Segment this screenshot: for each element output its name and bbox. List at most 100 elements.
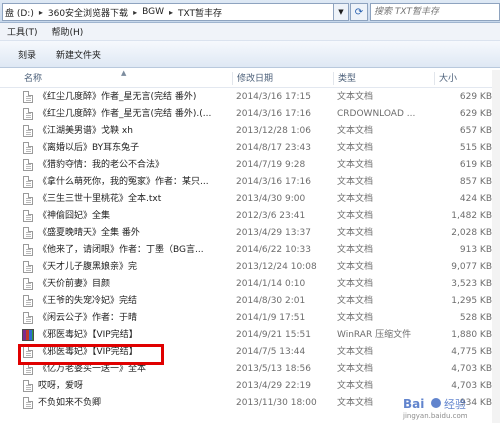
winrar-archive-icon (22, 329, 34, 341)
text-document-icon (23, 91, 33, 103)
file-name: 《三生三世十里桃花》全本.txt (38, 194, 162, 204)
crumb-download[interactable]: 360安全浏览器下载 (46, 6, 130, 19)
file-name: 《神偷囧妃》全集 (38, 211, 111, 221)
file-row[interactable]: 《邪医毒妃》【VIP完结】 2014/9/21 15:51 WinRAR 压缩文件 1… (0, 327, 500, 344)
file-type: 文本文档 (337, 177, 374, 187)
file-name: 《离婚以后》BY耳东兔子 (38, 143, 140, 153)
file-date: 2014/7/5 13:44 (236, 347, 306, 357)
file-size: 1,482 KB (451, 211, 492, 221)
column-name[interactable]: 名称 (24, 70, 42, 87)
file-row[interactable]: 《红尘几度醉》作者_星无言(完结 番外) 2014/3/16 17:15 文本文档 6… (0, 89, 500, 106)
menu-tools[interactable]: 工具(T) (0, 25, 45, 38)
crumb-bgw[interactable]: BGW (140, 7, 166, 17)
file-type: 文本文档 (337, 398, 374, 408)
crumb-separator-icon[interactable]: ▸ (36, 8, 46, 17)
file-size: 2,028 KB (451, 228, 492, 238)
file-type: 文本文档 (337, 347, 374, 357)
file-list: 《红尘几度醉》作者_星无言(完结 番外) 2014/3/16 17:15 文本文档 6… (0, 88, 500, 423)
sort-up-icon: ▲ (121, 69, 127, 77)
file-row[interactable]: 《拿什么萌死你，我的冤家》作者：某只... 2014/3/16 17:16 文本文档… (0, 174, 500, 191)
file-size: 4,703 KB (451, 364, 492, 374)
file-type: 文本文档 (337, 92, 374, 102)
file-type: 文本文档 (337, 211, 374, 221)
file-row[interactable]: 《离婚以后》BY耳东兔子 2014/8/17 23:43 文本文档 515 KB (0, 140, 500, 157)
address-box[interactable]: 盘 (D:) ▸ 360安全浏览器下载 ▸ BGW ▸ TXT暂丰存 (2, 3, 334, 21)
file-name: 《天才儿子腹黑娘亲》完 (38, 262, 138, 272)
file-type: 文本文档 (337, 262, 374, 272)
file-type: CRDOWNLOAD ... (337, 109, 416, 119)
file-date: 2014/8/30 2:01 (236, 296, 306, 306)
file-size: 913 KB (459, 245, 492, 255)
new-folder-button[interactable]: 新建文件夹 (46, 48, 111, 61)
text-document-icon (23, 295, 33, 307)
file-row[interactable]: 《红尘几度醉》作者_星无言(完结 番外).(... 2014/3/16 17:16… (0, 106, 500, 123)
file-row[interactable]: 《他来了，请闭眼》作者：丁墨（BG言... 2014/6/22 10:33 文本文档… (0, 242, 500, 259)
file-type: 文本文档 (337, 364, 374, 374)
file-row[interactable]: 《江湖美男谱》戈鞅 xh 2013/12/28 1:06 文本文档 657 KB (0, 123, 500, 140)
file-type: 文本文档 (337, 296, 374, 306)
file-date: 2013/4/30 9:00 (236, 194, 306, 204)
file-row[interactable]: 哎呀，爱呀 2013/4/29 22:19 文本文档 4,703 KB (0, 378, 500, 395)
file-name: 哎呀，爱呀 (38, 381, 84, 391)
vertical-scrollbar[interactable] (492, 70, 500, 423)
file-size: 9,077 KB (451, 262, 492, 272)
search-input[interactable] (371, 4, 477, 20)
text-document-icon (23, 227, 33, 239)
file-row[interactable]: 《天才儿子腹黑娘亲》完 2013/12/24 10:08 文本文档 9,077 KB (0, 259, 500, 276)
file-date: 2012/3/6 23:41 (236, 211, 306, 221)
column-date[interactable]: 修改日期 (237, 70, 273, 87)
text-document-icon (23, 397, 33, 409)
file-name: 《邪医毒妃》【VIP完结】 (38, 330, 138, 340)
crumb-txt-folder[interactable]: TXT暂丰存 (176, 6, 224, 19)
file-size: 1,880 KB (451, 330, 492, 340)
file-type: 文本文档 (337, 313, 374, 323)
file-row[interactable]: 《神偷囧妃》全集 2012/3/6 23:41 文本文档 1,482 KB (0, 208, 500, 225)
column-divider[interactable] (434, 72, 435, 85)
file-row[interactable]: 《猎豹夺情：我的老公不合法》 2014/7/19 9:28 文本文档 619 KB (0, 157, 500, 174)
file-type: 文本文档 (337, 279, 374, 289)
file-type: 文本文档 (337, 381, 374, 391)
file-name: 《江湖美男谱》戈鞅 xh (38, 126, 133, 136)
command-bar: 刻录 新建文件夹 (0, 41, 500, 68)
crumb-separator-icon[interactable]: ▸ (130, 8, 140, 17)
file-row[interactable]: 《王爷的失宠冷妃》完结 2014/8/30 2:01 文本文档 1,295 KB (0, 293, 500, 310)
text-document-icon (23, 261, 33, 273)
file-type: 文本文档 (337, 194, 374, 204)
column-divider[interactable] (232, 72, 233, 85)
file-row[interactable]: 《闲云公子》作者：于晴 2014/1/9 17:51 文本文档 528 KB (0, 310, 500, 327)
crumb-drive[interactable]: 盘 (D:) (3, 6, 36, 19)
file-row[interactable]: 《盛夏晚晴天》全集 番外 2013/4/29 13:37 文本文档 2,028 KB (0, 225, 500, 242)
chevron-down-icon[interactable]: ▼ (333, 3, 349, 21)
column-type[interactable]: 类型 (338, 70, 356, 87)
file-type: 文本文档 (337, 160, 374, 170)
file-size: 528 KB (459, 313, 492, 323)
file-row[interactable]: 《三生三世十里桃花》全本.txt 2013/4/30 9:00 文本文档 424 KB (0, 191, 500, 208)
file-size: 657 KB (459, 126, 492, 136)
crumb-separator-icon[interactable]: ▸ (166, 8, 176, 17)
file-size: 629 KB (459, 92, 492, 102)
highlight-box (18, 344, 164, 365)
text-document-icon (23, 193, 33, 205)
file-date: 2014/3/16 17:16 (236, 177, 311, 187)
file-date: 2014/6/22 10:33 (236, 245, 311, 255)
file-date: 2013/11/30 18:00 (236, 398, 317, 408)
file-row[interactable]: 《天价前妻》目颜 2014/1/14 0:10 文本文档 3,523 KB (0, 276, 500, 293)
refresh-icon[interactable]: ⟳ (350, 3, 368, 21)
file-row[interactable]: 不负如来不负卿 2013/11/30 18:00 文本文档 934 KB (0, 395, 500, 412)
file-date: 2013/12/28 1:06 (236, 126, 311, 136)
search-box[interactable] (370, 3, 500, 21)
file-date: 2013/5/13 18:56 (236, 364, 311, 374)
burn-button[interactable]: 刻录 (0, 48, 46, 61)
file-type: 文本文档 (337, 228, 374, 238)
column-divider[interactable] (333, 72, 334, 85)
file-date: 2014/7/19 9:28 (236, 160, 306, 170)
file-name: 不负如来不负卿 (38, 398, 102, 408)
text-document-icon (23, 142, 33, 154)
file-date: 2013/4/29 13:37 (236, 228, 311, 238)
text-document-icon (23, 176, 33, 188)
column-size[interactable]: 大小 (439, 70, 457, 87)
file-name: 《红尘几度醉》作者_星无言(完结 番外).(... (38, 109, 212, 119)
menu-help[interactable]: 帮助(H) (45, 25, 91, 38)
file-size: 4,703 KB (451, 381, 492, 391)
file-size: 1,295 KB (451, 296, 492, 306)
